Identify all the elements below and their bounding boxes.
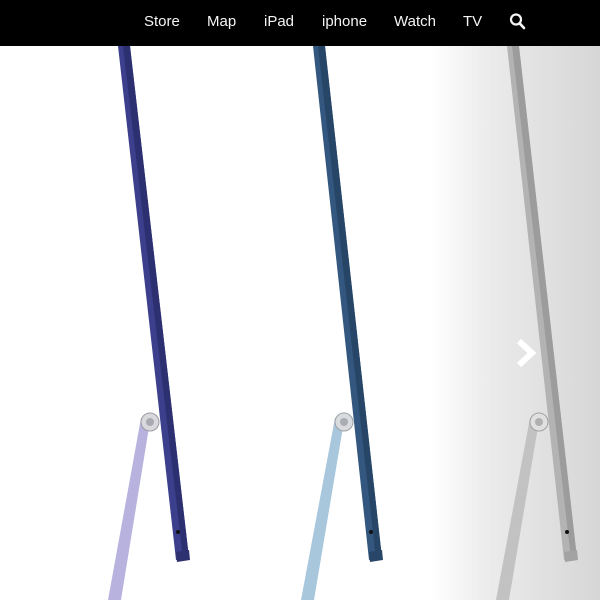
product-image-blue-imac	[108, 46, 190, 600]
search-button[interactable]	[509, 12, 527, 32]
nav-item-tv[interactable]: TV	[463, 13, 482, 31]
product-image-teal-blue-imac	[301, 46, 383, 600]
nav-list: Store Map iPad iphone Watch TV	[0, 0, 600, 46]
carousel-next-button[interactable]	[508, 336, 542, 370]
nav-item-ipad[interactable]: iPad	[264, 13, 294, 31]
product-carousel	[0, 46, 600, 600]
product-image-silver-imac	[496, 46, 578, 600]
nav-item-map[interactable]: Map	[207, 13, 236, 31]
nav-item-store[interactable]: Store	[144, 13, 180, 31]
nav-item-watch[interactable]: Watch	[394, 13, 436, 31]
global-nav: Store Map iPad iphone Watch TV	[0, 0, 600, 46]
nav-item-iphone[interactable]: iphone	[322, 13, 367, 31]
search-icon	[509, 13, 526, 30]
chevron-right-icon	[516, 338, 537, 368]
